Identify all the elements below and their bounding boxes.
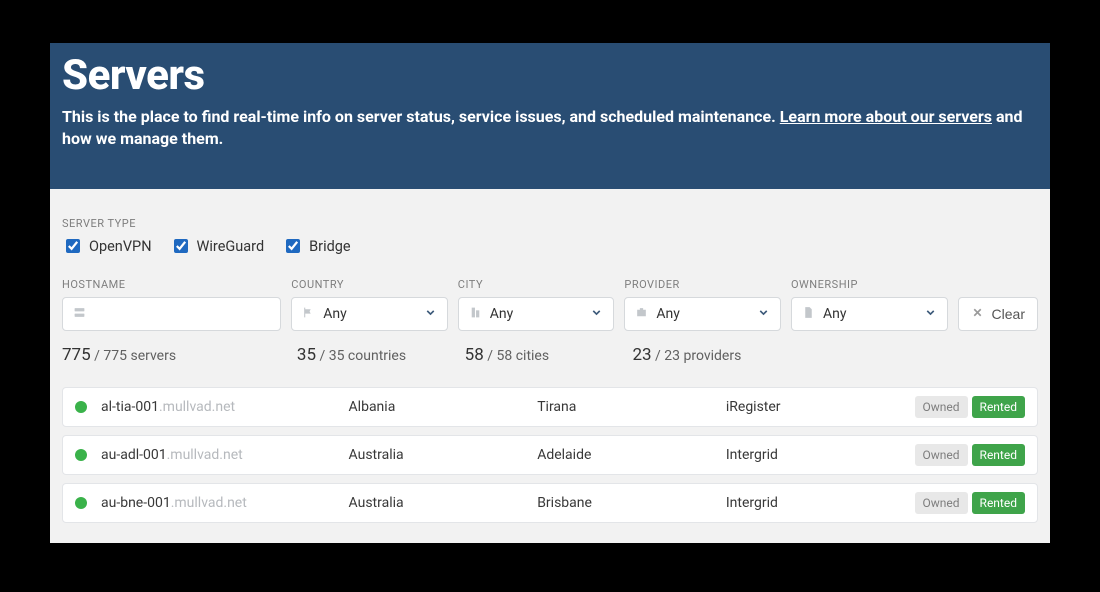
owned-badge: Owned <box>915 492 968 514</box>
servers-page: Servers This is the place to find real-t… <box>50 43 1050 543</box>
document-icon <box>802 306 815 323</box>
checkbox-openvpn[interactable]: OpenVPN <box>62 236 152 256</box>
country-cell: Australia <box>349 495 538 511</box>
stat-cities: 58 / 58 cities <box>465 345 633 365</box>
close-icon <box>971 306 984 322</box>
hero-banner: Servers This is the place to find real-t… <box>50 43 1050 189</box>
hostname-text: au-bne-001.mullvad.net <box>101 495 247 511</box>
hostname-label: Hostname <box>62 278 281 291</box>
provider-cell: iRegister <box>726 399 915 415</box>
stat-countries: 35 / 35 countries <box>297 345 465 365</box>
city-cell: Brisbane <box>537 495 726 511</box>
server-row[interactable]: al-tia-001.mullvad.net AlbaniaTiranaiRegi… <box>62 387 1038 427</box>
city-cell: Tirana <box>537 399 726 415</box>
ownership-badges: OwnedRented <box>915 396 1025 418</box>
city-select[interactable]: Any <box>458 297 615 331</box>
learn-more-link[interactable]: Learn more about our servers <box>780 107 992 126</box>
hostname-text: al-tia-001.mullvad.net <box>101 399 235 415</box>
provider-select[interactable]: Any <box>624 297 781 331</box>
page-title: Servers <box>62 51 1038 100</box>
content-area: Server type OpenVPN WireGuard Bridge Hos… <box>50 189 1050 531</box>
chevron-down-icon <box>924 306 937 323</box>
flag-icon <box>302 306 315 323</box>
ownership-select[interactable]: Any <box>791 297 948 331</box>
briefcase-icon <box>635 306 648 323</box>
rented-badge: Rented <box>972 396 1025 418</box>
owned-badge: Owned <box>915 396 968 418</box>
city-cell: Adelaide <box>537 447 726 463</box>
server-row[interactable]: au-adl-001.mullvad.net AustraliaAdelaideI… <box>62 435 1038 475</box>
server-type-label: Server type <box>62 217 1038 230</box>
clear-button[interactable]: Clear <box>958 297 1038 331</box>
country-select[interactable]: Any <box>291 297 448 331</box>
chevron-down-icon <box>590 306 603 323</box>
status-dot-icon <box>75 449 87 461</box>
building-icon <box>469 306 482 323</box>
server-type-checkboxes: OpenVPN WireGuard Bridge <box>62 236 1038 256</box>
chevron-down-icon <box>424 306 437 323</box>
country-cell: Albania <box>349 399 538 415</box>
checkbox-bridge[interactable]: Bridge <box>282 236 350 256</box>
stats-row: 775 / 775 servers 35 / 35 countries 58 /… <box>62 345 1038 365</box>
country-label: Country <box>291 278 448 291</box>
hostname-cell: au-bne-001.mullvad.net <box>75 495 349 511</box>
rented-badge: Rented <box>972 492 1025 514</box>
hostname-input[interactable] <box>62 297 281 331</box>
hostname-text: au-adl-001.mullvad.net <box>101 447 243 463</box>
ownership-badges: OwnedRented <box>915 492 1025 514</box>
stat-providers: 23 / 23 providers <box>632 345 800 365</box>
page-subtitle: This is the place to find real-time info… <box>62 106 1038 149</box>
country-cell: Australia <box>349 447 538 463</box>
provider-cell: Intergrid <box>726 495 915 511</box>
status-dot-icon <box>75 497 87 509</box>
hostname-cell: al-tia-001.mullvad.net <box>75 399 349 415</box>
provider-cell: Intergrid <box>726 447 915 463</box>
server-list: al-tia-001.mullvad.net AlbaniaTiranaiRegi… <box>62 387 1038 523</box>
ownership-badges: OwnedRented <box>915 444 1025 466</box>
ownership-label: Ownership <box>791 278 948 291</box>
owned-badge: Owned <box>915 444 968 466</box>
chevron-down-icon <box>757 306 770 323</box>
stat-servers: 775 / 775 servers <box>62 345 297 365</box>
rented-badge: Rented <box>972 444 1025 466</box>
filters-row: Hostname Country Any <box>62 278 1038 331</box>
city-label: City <box>458 278 615 291</box>
hostname-cell: au-adl-001.mullvad.net <box>75 447 349 463</box>
checkbox-wireguard[interactable]: WireGuard <box>170 236 265 256</box>
status-dot-icon <box>75 401 87 413</box>
server-icon <box>73 306 86 323</box>
server-row[interactable]: au-bne-001.mullvad.net AustraliaBrisbaneI… <box>62 483 1038 523</box>
provider-label: Provider <box>624 278 781 291</box>
